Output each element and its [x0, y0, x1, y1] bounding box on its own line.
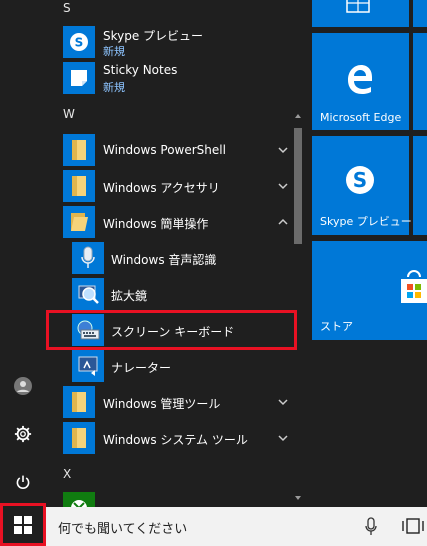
folder-open-icon — [63, 206, 95, 238]
app-name: Windows システム ツール — [103, 433, 248, 447]
highlight-frame — [46, 310, 297, 350]
tile-right-partial-1[interactable] — [413, 33, 427, 130]
section-letter-x[interactable]: X — [63, 467, 71, 481]
section-letter-s[interactable]: S — [63, 1, 71, 15]
app-item-magnifier[interactable]: 拡大鏡 — [46, 276, 298, 312]
svg-text:S: S — [75, 36, 84, 50]
app-name: Windows PowerShell — [103, 143, 226, 157]
grid-icon — [346, 0, 370, 13]
tile-label: Skype プレビュー — [320, 215, 412, 228]
tile-top-partial[interactable] — [312, 0, 409, 27]
edge-icon — [348, 65, 372, 94]
power-icon[interactable] — [11, 470, 35, 494]
folder-icon — [63, 134, 95, 166]
folder-windows-accessories[interactable]: Windows アクセサリ — [46, 168, 298, 204]
scroll-down-arrow-icon[interactable] — [294, 494, 302, 502]
tile-microsoft-edge[interactable]: Microsoft Edge — [312, 33, 409, 130]
tile-store[interactable]: ストア — [312, 241, 427, 340]
chevron-down-icon[interactable] — [276, 431, 290, 445]
task-view-icon[interactable] — [402, 517, 424, 535]
folder-icon — [63, 386, 95, 418]
skype-icon: S — [63, 26, 95, 58]
app-item-xbox-partial[interactable] — [46, 490, 298, 507]
folder-icon — [63, 170, 95, 202]
section-letter-w[interactable]: W — [63, 107, 75, 121]
tile-label: ストア — [320, 320, 353, 333]
search-placeholder: 何でも聞いてください — [58, 522, 188, 537]
search-box[interactable]: 何でも聞いてください — [46, 507, 394, 546]
xbox-icon — [63, 492, 95, 507]
sticky-notes-icon — [63, 62, 95, 94]
app-name: Windows アクセサリ — [103, 181, 220, 195]
start-button[interactable] — [0, 503, 46, 546]
scroll-up-arrow-icon[interactable] — [294, 112, 302, 120]
folder-icon — [63, 422, 95, 454]
chevron-down-icon[interactable] — [276, 395, 290, 409]
app-item-narrator[interactable]: ナレーター — [46, 348, 298, 384]
magnifier-icon — [72, 278, 104, 310]
app-item-sticky-notes[interactable]: Sticky Notes 新規 — [46, 60, 298, 96]
chevron-up-icon[interactable] — [276, 215, 290, 229]
app-name: ナレーター — [111, 361, 172, 375]
windows-logo-icon — [14, 516, 32, 534]
app-name: Windows 簡単操作 — [103, 217, 209, 231]
tile-skype-preview[interactable]: S Skype プレビュー — [312, 136, 412, 235]
app-name: 拡大鏡 — [111, 289, 148, 303]
app-list: S S Skype プレビュー 新規 Sticky Notes 新規 W Win… — [46, 0, 308, 507]
narrator-icon — [72, 350, 104, 382]
folder-windows-powershell[interactable]: Windows PowerShell — [46, 132, 298, 168]
app-name: Windows 音声認識 — [111, 253, 217, 267]
skype-icon: S — [346, 166, 374, 194]
app-item-skype-preview[interactable]: S Skype プレビュー 新規 — [46, 24, 298, 60]
app-name: Skype プレビュー — [103, 29, 204, 43]
user-avatar-icon[interactable] — [11, 374, 35, 398]
tile-top-right-partial[interactable] — [413, 0, 427, 27]
app-item-windows-speech-recognition[interactable]: Windows 音声認識 — [46, 240, 298, 276]
new-badge: 新規 — [103, 45, 125, 58]
folder-windows-ease-of-access[interactable]: Windows 簡単操作 — [46, 204, 298, 240]
microphone-icon[interactable] — [364, 517, 378, 537]
start-menu-left-strip — [0, 0, 46, 507]
tile-label: Microsoft Edge — [320, 111, 402, 124]
app-name: Windows 管理ツール — [103, 397, 221, 411]
microphone-icon — [72, 242, 104, 274]
store-bag-icon — [401, 270, 427, 303]
folder-windows-admin-tools[interactable]: Windows 管理ツール — [46, 384, 298, 420]
svg-text:S: S — [353, 168, 367, 192]
folder-windows-system-tools[interactable]: Windows システム ツール — [46, 420, 298, 456]
scrollbar-thumb[interactable] — [294, 128, 302, 244]
app-name: Sticky Notes — [103, 63, 178, 77]
chevron-down-icon[interactable] — [276, 179, 290, 193]
new-badge: 新規 — [103, 81, 125, 94]
settings-gear-icon[interactable] — [11, 422, 35, 446]
tile-area: Microsoft Edge S Skype プレビュー ストア — [308, 0, 427, 507]
chevron-down-icon[interactable] — [276, 143, 290, 157]
tile-right-partial-2[interactable] — [413, 136, 427, 235]
